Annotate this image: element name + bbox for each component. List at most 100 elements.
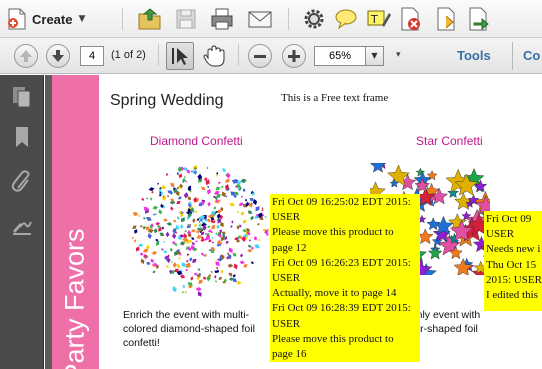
confetti-piece bbox=[160, 185, 167, 190]
gear-icon[interactable] bbox=[300, 5, 328, 33]
confetti-piece bbox=[134, 229, 138, 234]
open-folder-icon[interactable] bbox=[136, 5, 164, 33]
previous-page-button[interactable] bbox=[14, 44, 38, 68]
confetti-piece bbox=[190, 229, 196, 233]
confetti-piece bbox=[233, 273, 236, 278]
confetti-piece bbox=[170, 206, 174, 211]
confetti-piece bbox=[248, 239, 251, 242]
confetti-piece bbox=[247, 210, 253, 214]
free-text-annotation[interactable]: This is a Free text frame bbox=[281, 92, 388, 104]
confetti-piece bbox=[197, 268, 201, 271]
zoom-in-button[interactable] bbox=[282, 44, 306, 68]
page-thumbnails-icon[interactable] bbox=[10, 85, 34, 109]
confetti-piece bbox=[227, 263, 234, 268]
email-icon[interactable] bbox=[246, 5, 274, 33]
star-piece bbox=[426, 217, 440, 231]
confetti-piece bbox=[195, 286, 202, 292]
confetti-piece bbox=[221, 185, 224, 189]
confetti-piece bbox=[186, 224, 192, 229]
confetti-piece bbox=[179, 224, 184, 230]
comment-pane-button[interactable]: Co bbox=[523, 48, 540, 63]
confetti-piece bbox=[163, 218, 168, 222]
note-line: USER bbox=[486, 228, 515, 241]
confetti-piece bbox=[155, 212, 157, 216]
confetti-piece bbox=[211, 241, 215, 244]
confetti-piece bbox=[176, 263, 181, 269]
confetti-piece bbox=[243, 219, 247, 224]
note-line: USER bbox=[272, 272, 301, 285]
note-line: Fri Oct 09 16:28:39 EDT 2015: bbox=[272, 302, 411, 315]
confetti-piece bbox=[225, 240, 229, 244]
confetti-piece bbox=[192, 258, 197, 263]
zoom-out-button[interactable] bbox=[248, 44, 272, 68]
note-line: Thu Oct 15 bbox=[486, 258, 537, 271]
note-line: Actually, move it to page 14 bbox=[272, 287, 397, 300]
confetti-piece bbox=[167, 195, 169, 198]
arrow-down-icon bbox=[52, 50, 64, 62]
confetti-piece bbox=[207, 201, 211, 207]
arrow-up-icon bbox=[20, 50, 32, 62]
band-text: Party Favors bbox=[59, 228, 90, 369]
tools-pane-button[interactable]: Tools bbox=[457, 48, 491, 63]
confetti-piece bbox=[244, 198, 248, 202]
select-tool-button[interactable] bbox=[166, 42, 194, 70]
confetti-piece bbox=[159, 232, 165, 237]
stamp-icon[interactable] bbox=[396, 5, 424, 33]
sticky-note-comment[interactable]: Fri Oct 09 16:25:02 EDT 2015: USER Pleas… bbox=[270, 194, 420, 362]
confetti-piece bbox=[182, 284, 186, 289]
confetti-piece bbox=[215, 232, 218, 236]
confetti-piece bbox=[197, 291, 202, 297]
zoom-dropdown-button[interactable]: ▼ bbox=[366, 46, 384, 66]
confetti-piece bbox=[195, 240, 198, 243]
comment-bubble-icon[interactable] bbox=[332, 5, 360, 33]
confetti-piece bbox=[216, 266, 219, 270]
confetti-piece bbox=[189, 257, 193, 262]
confetti-piece bbox=[192, 218, 196, 224]
toolbar-divider bbox=[238, 44, 239, 66]
next-page-button[interactable] bbox=[46, 44, 70, 68]
hand-tool-icon[interactable] bbox=[200, 42, 228, 70]
zoom-level-input[interactable]: 65% bbox=[314, 46, 366, 66]
confetti-piece bbox=[211, 237, 214, 239]
confetti-piece bbox=[139, 225, 143, 228]
confetti-piece bbox=[165, 173, 168, 176]
confetti-piece bbox=[157, 182, 159, 185]
confetti-piece bbox=[141, 198, 145, 201]
confetti-piece bbox=[206, 166, 209, 170]
confetti-piece bbox=[222, 168, 226, 173]
confetti-piece bbox=[225, 195, 228, 198]
create-label: Create bbox=[32, 11, 73, 27]
confetti-piece bbox=[152, 205, 159, 210]
create-button[interactable]: Create ▼ bbox=[6, 6, 85, 32]
attach-file-icon[interactable] bbox=[432, 5, 460, 33]
confetti-piece bbox=[148, 187, 155, 192]
page-number-input[interactable]: 4 bbox=[80, 46, 104, 66]
diamond-confetti-image bbox=[131, 165, 270, 297]
sticky-note-comment[interactable]: Fri Oct 09 USER Needs new i Thu Oct 15 2… bbox=[484, 211, 542, 311]
export-icon[interactable] bbox=[464, 5, 492, 33]
confetti-piece bbox=[224, 179, 231, 183]
confetti-piece bbox=[161, 226, 165, 230]
confetti-piece bbox=[216, 171, 219, 175]
product-heading-diamond: Diamond Confetti bbox=[150, 134, 243, 148]
confetti-piece bbox=[236, 280, 242, 285]
bookmarks-icon[interactable] bbox=[10, 125, 34, 149]
save-icon[interactable] bbox=[172, 5, 200, 33]
signatures-icon[interactable] bbox=[10, 213, 34, 237]
more-tools-icon[interactable]: ▾ bbox=[396, 50, 401, 60]
attachments-paperclip-icon[interactable] bbox=[10, 170, 34, 194]
cursor-icon bbox=[172, 48, 188, 65]
highlight-text-icon[interactable]: T bbox=[364, 5, 392, 33]
confetti-piece bbox=[255, 205, 260, 212]
confetti-piece bbox=[214, 199, 221, 204]
confetti-piece bbox=[215, 280, 217, 283]
confetti-piece bbox=[169, 247, 173, 252]
confetti-piece bbox=[243, 264, 248, 268]
main-toolbar: Create ▼ T bbox=[0, 0, 542, 38]
party-favors-band: Party Favors bbox=[52, 75, 99, 369]
confetti-piece bbox=[172, 286, 177, 293]
toolbar-divider bbox=[158, 44, 159, 66]
confetti-piece bbox=[158, 209, 163, 215]
print-icon[interactable] bbox=[208, 5, 236, 33]
confetti-piece bbox=[240, 253, 243, 258]
